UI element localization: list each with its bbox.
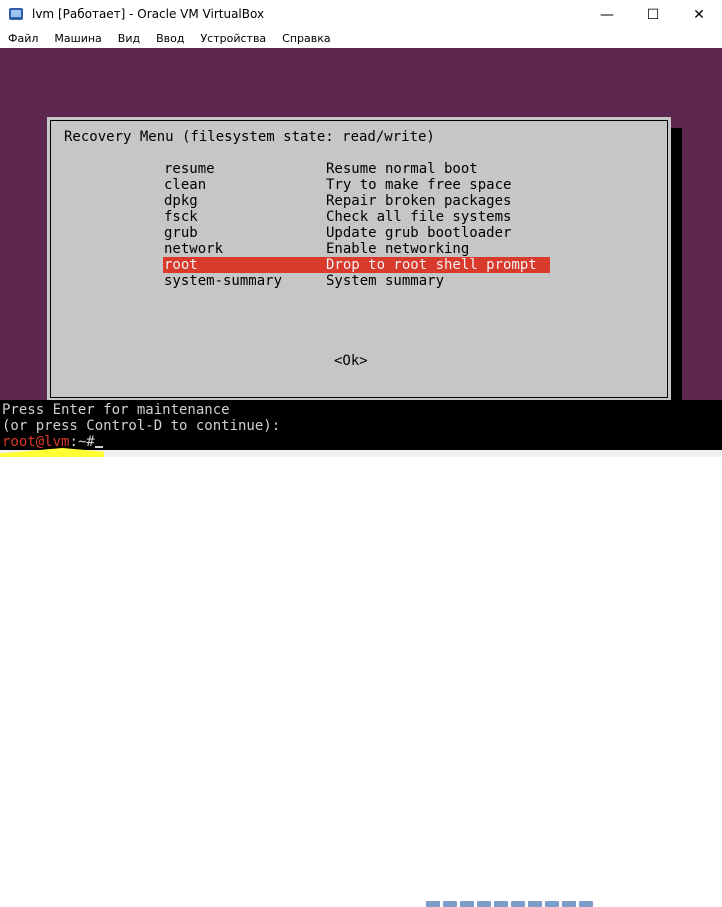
- option-description: Check all file systems: [326, 209, 512, 225]
- status-icons: [426, 901, 593, 907]
- shared-folders-icon[interactable]: [511, 901, 525, 907]
- window-title: lvm [Работает] - Oracle VM VirtualBox: [32, 7, 265, 21]
- menu-help[interactable]: Справка: [274, 30, 338, 48]
- ok-button[interactable]: <Ok>: [334, 353, 368, 369]
- menubar: Файл Машина Вид Ввод Устройства Справка: [0, 30, 722, 48]
- option-name: dpkg: [164, 193, 198, 209]
- vm-display[interactable]: Recovery Menu (filesystem state: read/wr…: [0, 48, 722, 412]
- cpu-status-icon[interactable]: [562, 901, 576, 907]
- option-description: Drop to root shell prompt: [326, 257, 537, 273]
- option-description: Resume normal boot: [326, 161, 478, 177]
- status-bar: [0, 450, 722, 907]
- shell-prompt: root@lvm:~#: [2, 434, 103, 450]
- option-description: System summary: [326, 273, 445, 289]
- option-name: fsck: [164, 209, 198, 225]
- option-network[interactable]: network Enable networking: [163, 241, 550, 257]
- option-description: Try to make free space: [326, 177, 512, 193]
- console-line-continue: (or press Control-D to continue):: [2, 418, 281, 434]
- menu-file[interactable]: Файл: [0, 30, 46, 48]
- option-name: system-summary: [164, 273, 283, 289]
- hdd-status-icon[interactable]: [426, 901, 440, 907]
- virtualbox-icon: [9, 8, 23, 20]
- menu-devices[interactable]: Устройства: [192, 30, 274, 48]
- dialog-title: Recovery Menu (filesystem state: read/wr…: [64, 129, 435, 145]
- option-description: Repair broken packages: [326, 193, 512, 209]
- usb-status-icon[interactable]: [494, 901, 508, 907]
- recovery-menu-dialog: Recovery Menu (filesystem state: read/wr…: [47, 117, 671, 401]
- option-fsck[interactable]: fsck Check all file systems: [163, 209, 550, 225]
- option-clean[interactable]: clean Try to make free space: [163, 177, 550, 193]
- maximize-button[interactable]: ☐: [630, 0, 676, 30]
- display-status-icon[interactable]: [528, 901, 542, 907]
- option-name: root: [164, 257, 198, 273]
- prompt-user-host: root@lvm: [2, 434, 70, 450]
- option-description: Update grub bootloader: [326, 225, 512, 241]
- prompt-path: :~#: [69, 434, 95, 450]
- mouse-integration-icon[interactable]: [579, 901, 593, 907]
- minimize-button[interactable]: —: [584, 0, 630, 30]
- text-cursor: [94, 446, 103, 448]
- option-root-selected[interactable]: root Drop to root shell prompt: [163, 257, 550, 273]
- option-description: Enable networking: [326, 241, 470, 257]
- option-resume[interactable]: resume Resume normal boot: [163, 161, 550, 177]
- menu-machine[interactable]: Машина: [46, 30, 109, 48]
- option-name: grub: [164, 225, 198, 241]
- terminal-console[interactable]: Press Enter for maintenance (or press Co…: [0, 400, 722, 450]
- menu-view[interactable]: Вид: [110, 30, 148, 48]
- audio-status-icon[interactable]: [460, 901, 474, 907]
- option-system-summary[interactable]: system-summary System summary: [163, 273, 550, 289]
- window-titlebar: lvm [Работает] - Oracle VM VirtualBox — …: [0, 0, 722, 30]
- close-button[interactable]: ✕: [676, 0, 722, 30]
- option-name: network: [164, 241, 224, 257]
- network-status-icon[interactable]: [477, 901, 491, 907]
- menu-input[interactable]: Ввод: [148, 30, 192, 48]
- option-dpkg[interactable]: dpkg Repair broken packages: [163, 193, 550, 209]
- option-name: clean: [164, 177, 207, 193]
- recording-status-icon[interactable]: [545, 901, 559, 907]
- option-name: resume: [164, 161, 215, 177]
- option-grub[interactable]: grub Update grub bootloader: [163, 225, 550, 241]
- console-line-maintenance: Press Enter for maintenance: [2, 402, 230, 418]
- optical-status-icon[interactable]: [443, 901, 457, 907]
